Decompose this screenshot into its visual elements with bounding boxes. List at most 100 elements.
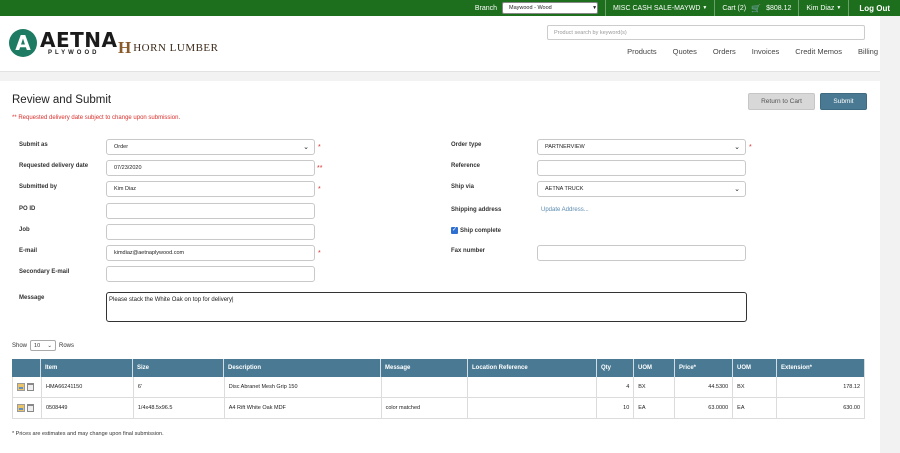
col-location-reference[interactable]: Location Reference <box>468 359 597 377</box>
reference-input[interactable] <box>537 160 746 176</box>
horn-logo-mark: H <box>118 38 132 57</box>
req-date-value: 07/23/2020 <box>114 165 142 171</box>
page-title: Review and Submit <box>12 94 112 106</box>
col-uom[interactable]: UOM <box>634 359 675 377</box>
job-input[interactable] <box>106 224 315 240</box>
fax-input[interactable] <box>537 245 746 261</box>
cell-item: HMA66241150 <box>42 377 134 397</box>
cart-link[interactable]: Cart (2) 🛒 $808.12 <box>715 0 798 16</box>
row-actions <box>13 398 42 418</box>
col-description[interactable]: Description <box>224 359 381 377</box>
order-lines-table: Item Size Description Message Location R… <box>12 359 866 419</box>
cell-size: 6' <box>134 377 225 397</box>
secondary-email-label: Secondary E-mail <box>19 269 70 275</box>
horn-lumber-logo[interactable]: H HORN LUMBER <box>118 38 219 58</box>
email-value: kimdiaz@aetnaplywood.com <box>114 250 185 256</box>
col-extension[interactable]: Extension* <box>777 359 865 377</box>
nav-billing[interactable]: Billing <box>858 47 878 56</box>
branch-value: Maywood - Wood <box>509 5 552 11</box>
job-label: Job <box>19 227 30 233</box>
account-name: MISC CASH SALE-MAYWD <box>613 4 701 12</box>
nav-products[interactable]: Products <box>627 47 657 56</box>
rows-per-page-select[interactable]: 10 ⌄ <box>30 340 57 351</box>
po-id-label: PO ID <box>19 206 36 212</box>
cell-uom-2: BX <box>733 377 778 397</box>
page-scrollbar[interactable] <box>880 16 900 453</box>
ship-complete-label: Ship complete <box>460 228 502 234</box>
top-bar: Branch Maywood - Wood ▼ MISC CASH SALE-M… <box>0 0 900 16</box>
submitted-by-label: Submitted by <box>19 184 58 190</box>
nav-orders[interactable]: Orders <box>713 47 736 56</box>
price-footnote: * Prices are estimates and may change up… <box>12 431 164 437</box>
cell-location-reference <box>468 398 598 418</box>
reference-label: Reference <box>451 163 481 169</box>
account-menu[interactable]: MISC CASH SALE-MAYWD ▼ <box>606 0 714 16</box>
req-date-input[interactable]: 07/23/2020 <box>106 160 315 176</box>
branch-label: Branch <box>474 4 498 12</box>
show-label: Show <box>12 342 28 349</box>
col-actions <box>12 359 41 377</box>
table-header: Item Size Description Message Location R… <box>12 359 865 377</box>
aetna-logo-text: AETNA PLYWOOD <box>40 30 118 56</box>
required-marker: * <box>749 144 752 151</box>
cell-location-reference <box>468 377 598 397</box>
cell-extension: 178.12 <box>777 377 866 397</box>
main-nav: Products Quotes Orders Invoices Credit M… <box>611 47 878 56</box>
trash-icon[interactable] <box>27 404 34 412</box>
trash-icon[interactable] <box>27 383 34 391</box>
table-row: HMA66241150 6' Disc Abranet Mesh Grip 15… <box>12 377 866 398</box>
col-item[interactable]: Item <box>41 359 133 377</box>
return-to-cart-button[interactable]: Return to Cart <box>748 93 815 110</box>
message-textarea[interactable]: Please stack the White Oak on top for de… <box>106 292 747 322</box>
delivery-note: ** Requested delivery date subject to ch… <box>12 115 181 121</box>
branch-select[interactable]: Maywood - Wood ▼ <box>502 2 599 14</box>
submit-button[interactable]: Submit <box>820 93 867 110</box>
double-required-marker: ** <box>317 165 323 172</box>
edit-note-icon[interactable] <box>17 383 25 391</box>
submit-as-select[interactable]: Order ⌄ <box>106 139 315 155</box>
submit-as-value: Order <box>114 144 129 150</box>
search-placeholder: Product search by keyword(s) <box>554 29 627 36</box>
fax-label: Fax number <box>451 248 486 254</box>
cell-description: Disc Abranet Mesh Grip 150 <box>225 377 382 397</box>
logout-link[interactable]: Log Out <box>849 0 900 16</box>
message-value: Please stack the White Oak on top for de… <box>109 297 234 303</box>
cell-price: 44.5300 <box>675 377 734 397</box>
email-input[interactable]: kimdiaz@aetnaplywood.com <box>106 245 315 261</box>
rows-label: Rows <box>59 342 75 349</box>
cell-message: color matched <box>382 398 469 418</box>
col-size[interactable]: Size <box>133 359 224 377</box>
po-id-input[interactable] <box>106 203 315 219</box>
order-type-value: PARTNERVIEW <box>545 144 585 150</box>
cell-description: A4 Rift White Oak MDF <box>225 398 382 418</box>
branch-selector: Branch Maywood - Wood ▼ <box>468 0 605 16</box>
cell-item: 0508449 <box>42 398 134 418</box>
col-uom-2[interactable]: UOM <box>733 359 777 377</box>
aetna-logo[interactable]: A AETNA PLYWOOD <box>9 29 118 57</box>
nav-invoices[interactable]: Invoices <box>752 47 780 56</box>
order-type-select[interactable]: PARTNERVIEW ⌄ <box>537 139 746 155</box>
col-message[interactable]: Message <box>381 359 468 377</box>
message-label: Message <box>19 295 45 301</box>
user-menu[interactable]: Kim Diaz ▼ <box>799 0 848 16</box>
nav-quotes[interactable]: Quotes <box>673 47 697 56</box>
col-qty[interactable]: Qty <box>597 359 634 377</box>
ship-via-select[interactable]: AETNA TRUCK ⌄ <box>537 181 746 197</box>
col-price[interactable]: Price* <box>675 359 733 377</box>
cell-extension: 630.00 <box>777 398 866 418</box>
site-header: A AETNA PLYWOOD H HORN LUMBER Product se… <box>0 16 900 72</box>
required-marker: * <box>318 186 321 193</box>
cell-uom: EA <box>634 398 676 418</box>
submitted-by-input[interactable]: Kim Diaz <box>106 181 315 197</box>
nav-credit-memos[interactable]: Credit Memos <box>795 47 842 56</box>
update-address-link[interactable]: Update Address... <box>541 207 589 213</box>
order-type-label: Order type <box>451 142 482 148</box>
edit-note-icon[interactable] <box>17 404 25 412</box>
product-search-input[interactable]: Product search by keyword(s) <box>547 25 865 40</box>
aetna-logo-mark: A <box>9 29 37 57</box>
req-date-label: Requested delivery date <box>19 163 89 169</box>
table-length-control: Show 10 ⌄ Rows <box>12 340 74 351</box>
secondary-email-input[interactable] <box>106 266 315 282</box>
ship-complete-checkbox[interactable]: ✓ <box>451 227 458 234</box>
cell-uom-2: EA <box>733 398 778 418</box>
